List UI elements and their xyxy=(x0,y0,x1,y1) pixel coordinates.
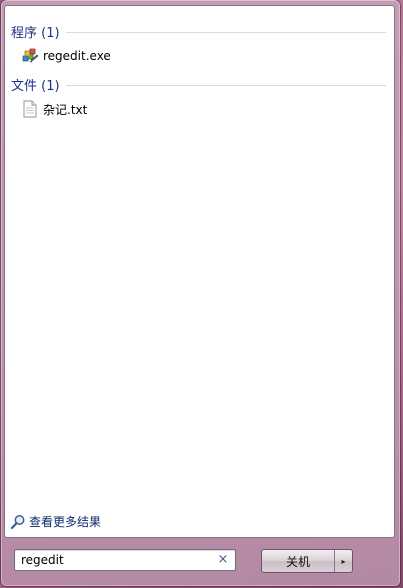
search-box: × xyxy=(14,549,236,571)
shutdown-button-group: 关机 ▸ xyxy=(261,549,353,573)
shutdown-options-arrow-icon[interactable]: ▸ xyxy=(335,550,352,572)
see-more-label: 查看更多结果 xyxy=(29,515,102,529)
text-file-icon xyxy=(21,100,39,118)
search-input[interactable] xyxy=(15,550,216,570)
result-item-label: 杂记.txt xyxy=(43,102,88,117)
group-header-programs: 程序 (1) xyxy=(11,21,386,41)
result-item-notes-txt[interactable]: 杂记.txt xyxy=(21,99,87,119)
group-divider xyxy=(65,84,386,86)
group-title-files: 文件 (1) xyxy=(11,78,60,94)
result-item-regedit[interactable]: regedit.exe xyxy=(21,46,111,66)
group-header-files: 文件 (1) xyxy=(11,74,386,94)
clear-search-icon[interactable]: × xyxy=(216,552,230,568)
group-divider xyxy=(65,31,386,33)
shutdown-button[interactable]: 关机 xyxy=(262,550,335,572)
see-more-results-link[interactable]: 查看更多结果 xyxy=(10,513,101,530)
start-menu: 程序 (1) regedit.exe 文件 (1) 杂记.txt 查看更多结果 … xyxy=(1,0,400,586)
search-results-panel: 程序 (1) regedit.exe 文件 (1) 杂记.txt 查看更多结果 xyxy=(4,5,395,538)
search-icon xyxy=(10,514,26,530)
registry-editor-icon xyxy=(21,47,39,65)
group-title-programs: 程序 (1) xyxy=(11,25,60,41)
result-item-label: regedit.exe xyxy=(43,49,111,63)
